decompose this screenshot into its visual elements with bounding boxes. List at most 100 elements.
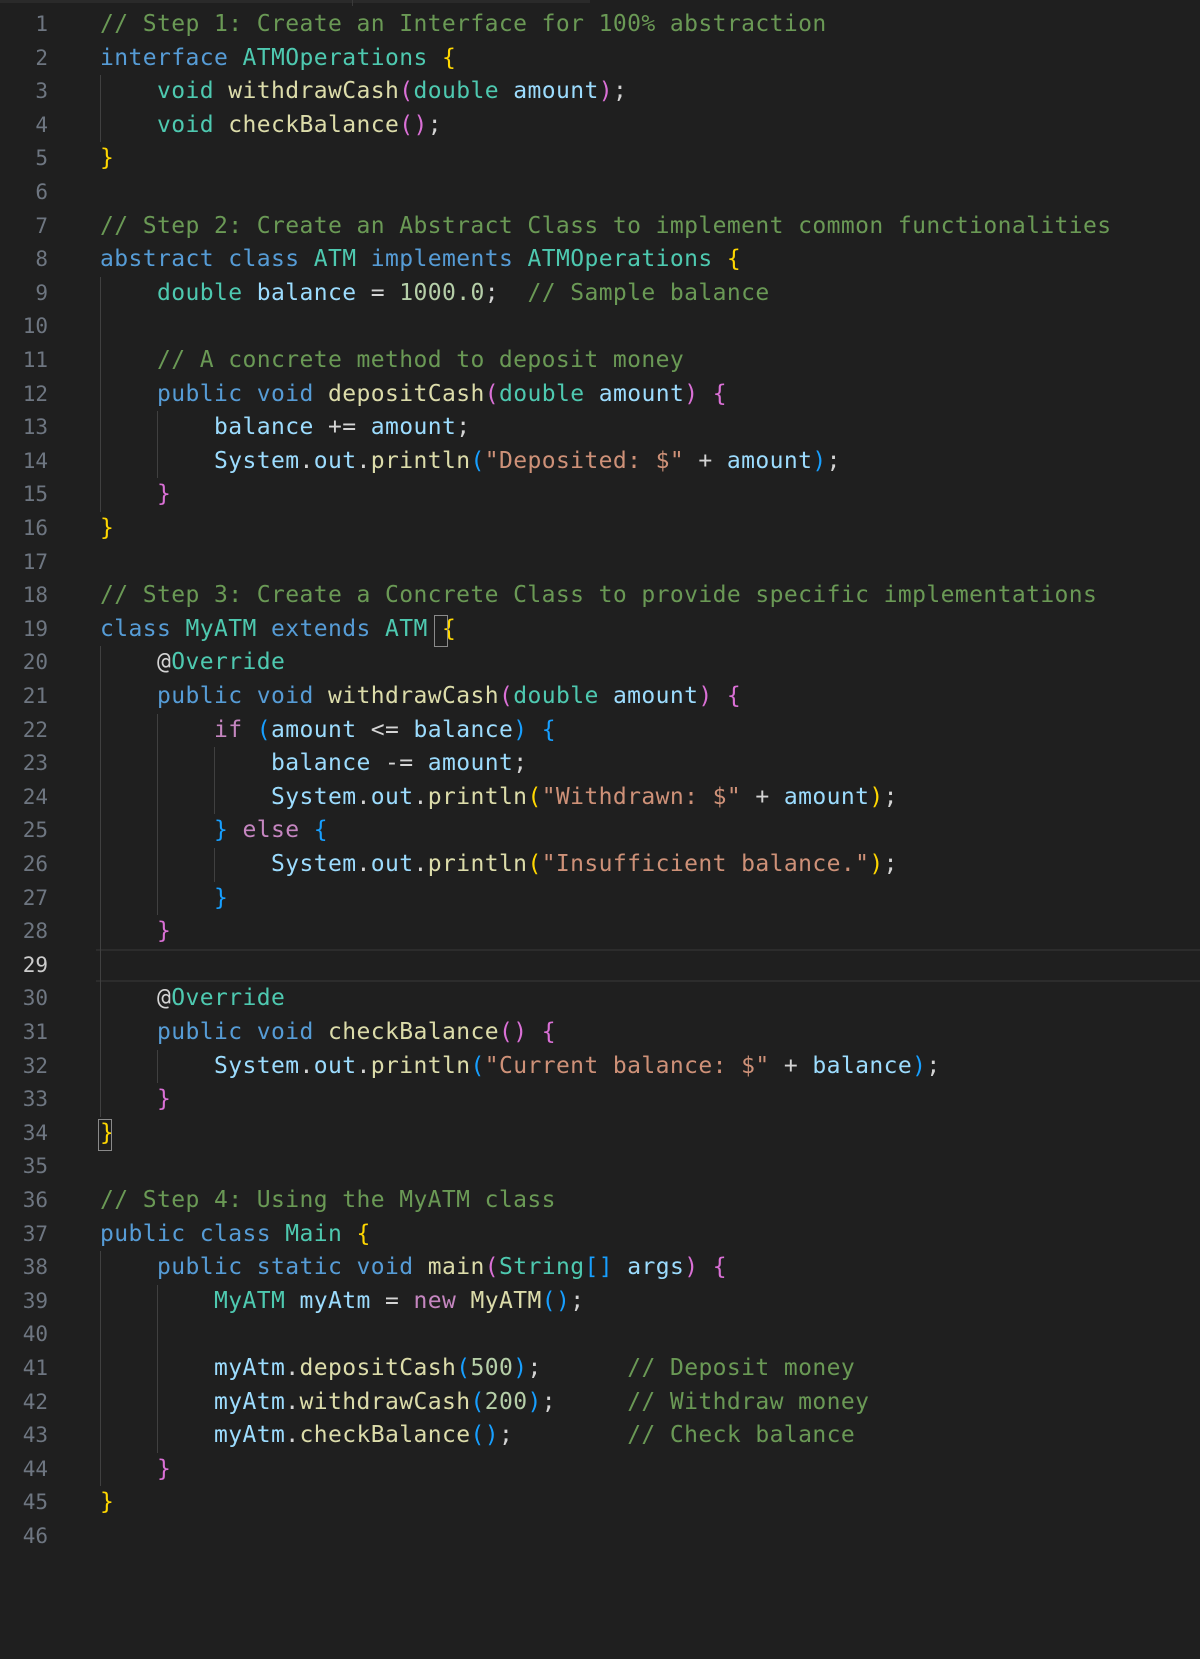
- code-line[interactable]: 44 }: [0, 1453, 1200, 1487]
- code-token: ATMOperations: [242, 44, 442, 71]
- code-line[interactable]: 2 interface ATMOperations {: [0, 42, 1200, 76]
- code-text: myAtm.withdrawCash(200); // Withdraw mon…: [100, 1386, 869, 1420]
- code-line[interactable]: 39 MyATM myAtm = new MyATM();: [0, 1285, 1200, 1319]
- code-line[interactable]: 24 System.out.println("Withdrawn: $" + a…: [0, 781, 1200, 815]
- code-token: new: [413, 1287, 471, 1314]
- code-line[interactable]: 35: [0, 1150, 1200, 1184]
- code-token: }: [157, 481, 172, 508]
- code-editor[interactable]: 1 // Step 1: Create an Interface for 100%…: [0, 0, 1200, 1659]
- line-number: 26: [22, 852, 48, 876]
- code-token: ATM: [313, 246, 371, 273]
- code-token: // Sample balance: [527, 279, 770, 306]
- code-line[interactable]: 13 balance += amount;: [0, 411, 1200, 445]
- code-line[interactable]: 29: [0, 948, 1200, 983]
- code-token: +: [769, 1052, 813, 1079]
- code-line[interactable]: 6: [0, 176, 1200, 210]
- code-token: "Current balance: $": [484, 1052, 770, 1079]
- code-line[interactable]: 1 // Step 1: Create an Interface for 100%…: [0, 8, 1200, 42]
- code-token: ;: [826, 447, 841, 474]
- code-line[interactable]: 9 double balance = 1000.0; // Sample bal…: [0, 277, 1200, 311]
- code-line[interactable]: 4 void checkBalance();: [0, 109, 1200, 143]
- code-line[interactable]: 15 }: [0, 478, 1200, 512]
- code-token: }: [100, 515, 115, 541]
- code-token: interface: [100, 44, 243, 71]
- code-line[interactable]: 22 if (amount <= balance) {: [0, 714, 1200, 748]
- code-line[interactable]: 7 // Step 2: Create an Abstract Class to …: [0, 210, 1200, 244]
- code-token: ;: [883, 851, 898, 877]
- code-token: Override: [171, 649, 286, 676]
- code-line[interactable]: 17: [0, 546, 1200, 580]
- code-line[interactable]: 23 balance -= amount;: [0, 747, 1200, 781]
- code-line[interactable]: 36 // Step 4: Using the MyATM class: [0, 1184, 1200, 1218]
- line-number: 33: [22, 1087, 48, 1112]
- code-line[interactable]: 42 myAtm.withdrawCash(200); // Withdraw …: [0, 1386, 1200, 1420]
- code-line[interactable]: 28 }: [0, 915, 1200, 949]
- code-line[interactable]: 19 class MyATM extends ATM {: [0, 613, 1200, 647]
- code-line[interactable]: 8 abstract class ATM implements ATMOperat…: [0, 243, 1200, 277]
- code-line[interactable]: 21 public void withdrawCash(double amoun…: [0, 680, 1200, 714]
- code-token: println: [427, 851, 528, 877]
- code-token: checkBalance: [228, 111, 400, 138]
- code-token: double: [413, 78, 514, 105]
- code-line[interactable]: 43 myAtm.checkBalance(); // Check balanc…: [0, 1419, 1200, 1453]
- code-text: balance -= amount;: [100, 747, 527, 781]
- code-line[interactable]: 40: [0, 1318, 1200, 1352]
- code-token: System: [270, 851, 357, 877]
- code-text: public void depositCash(double amount) {: [100, 378, 727, 412]
- code-text: System.out.println("Insufficient balance…: [100, 848, 898, 882]
- code-line[interactable]: 11 // A concrete method to deposit money: [0, 344, 1200, 378]
- code-token: {: [541, 1019, 556, 1045]
- code-line[interactable]: 18 // Step 3: Create a Concrete Class to …: [0, 579, 1200, 613]
- code-text: balance += amount;: [100, 411, 470, 445]
- code-token: balance: [256, 279, 357, 306]
- code-text: } else {: [100, 814, 328, 848]
- code-line[interactable]: 30 @Override: [0, 982, 1200, 1016]
- code-line[interactable]: 14 System.out.println("Deposited: $" + a…: [0, 445, 1200, 479]
- code-line[interactable]: 46: [0, 1520, 1200, 1554]
- code-token: else: [242, 817, 314, 844]
- code-line[interactable]: 34}: [0, 1117, 1200, 1151]
- code-line[interactable]: 25 } else {: [0, 814, 1200, 848]
- line-number: 44: [22, 1456, 48, 1481]
- code-line[interactable]: 38 public static void main(String[] args…: [0, 1251, 1200, 1285]
- code-text: @Override: [100, 646, 285, 680]
- line-number: 3: [35, 79, 48, 104]
- code-line[interactable]: 27 }: [0, 882, 1200, 916]
- code-text: }: [100, 1486, 114, 1520]
- code-token: (: [484, 380, 499, 407]
- code-token: (: [527, 851, 542, 877]
- code-line[interactable]: 26 System.out.println("Insufficient bala…: [0, 848, 1200, 882]
- code-token: }: [157, 1455, 172, 1482]
- code-text: class MyATM extends ATM {: [100, 613, 456, 647]
- code-token: main: [427, 1254, 485, 1281]
- code-token: 500: [470, 1355, 514, 1381]
- line-number: 5: [35, 146, 48, 171]
- code-line[interactable]: 41 myAtm.depositCash(500); // Deposit mo…: [0, 1352, 1200, 1386]
- code-token: checkBalance: [299, 1422, 471, 1449]
- code-line[interactable]: 32 System.out.println("Current balance: …: [0, 1050, 1200, 1084]
- code-token: []: [584, 1254, 613, 1281]
- code-token: System: [270, 783, 357, 810]
- code-token: .: [356, 851, 371, 877]
- code-text: // Step 4: Using the MyATM class: [100, 1184, 556, 1218]
- code-token: ;: [527, 1355, 628, 1381]
- code-token: Override: [171, 985, 286, 1012]
- code-line[interactable]: 20 @Override: [0, 646, 1200, 680]
- code-line[interactable]: 37 public class Main {: [0, 1218, 1200, 1252]
- code-line[interactable]: 33 }: [0, 1083, 1200, 1117]
- indent-guide: [100, 276, 101, 512]
- code-line[interactable]: 16}: [0, 512, 1200, 546]
- code-line[interactable]: 31 public void checkBalance() {: [0, 1016, 1200, 1050]
- code-token: {: [356, 1220, 371, 1247]
- code-line[interactable]: 3 void withdrawCash(double amount);: [0, 75, 1200, 109]
- line-number: 19: [22, 616, 48, 641]
- code-line[interactable]: 10: [0, 310, 1200, 344]
- code-token: class: [100, 615, 186, 642]
- code-line[interactable]: 12 public void depositCash(double amount…: [0, 378, 1200, 412]
- code-line[interactable]: 5}: [0, 142, 1200, 176]
- line-number: 10: [22, 314, 48, 339]
- line-number: 20: [22, 650, 48, 675]
- code-line[interactable]: 45}: [0, 1486, 1200, 1520]
